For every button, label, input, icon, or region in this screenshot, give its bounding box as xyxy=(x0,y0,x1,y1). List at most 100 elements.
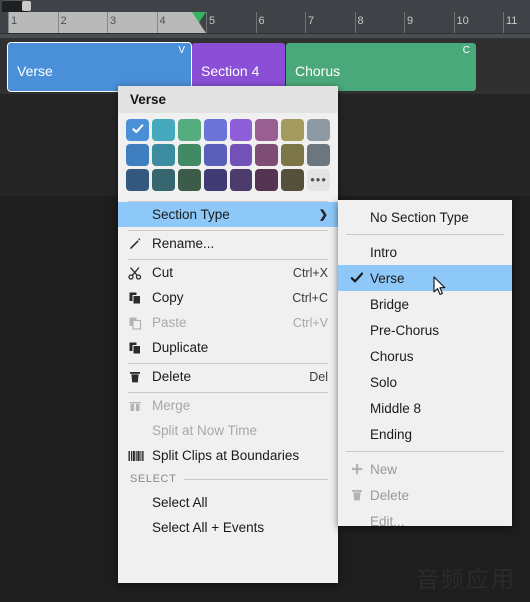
menu-item-label: Split at Now Time xyxy=(152,423,258,438)
ruler-tick xyxy=(156,12,158,33)
submenu-item-label: Verse xyxy=(370,270,405,286)
menu-item-label: Paste xyxy=(152,315,187,330)
menu-item-split-at-now-time: Split at Now Time xyxy=(118,418,338,443)
trash-icon xyxy=(128,369,148,385)
submenu-item-verse[interactable]: Verse xyxy=(338,265,512,291)
palette-swatch[interactable] xyxy=(229,119,253,141)
menu-item-section-type[interactable]: Section Type ❯ xyxy=(118,202,338,227)
submenu-item-label: Ending xyxy=(370,426,413,442)
submenu-divider xyxy=(346,451,504,452)
palette-swatch[interactable] xyxy=(281,119,305,141)
menu-item-copy[interactable]: Copy Ctrl+C xyxy=(118,285,338,310)
menu-item-label: Select All + Events xyxy=(152,520,265,535)
palette-swatch[interactable] xyxy=(126,144,149,166)
palette-row xyxy=(126,119,330,141)
trash-icon xyxy=(346,488,368,502)
submenu-item-bridge[interactable]: Bridge xyxy=(338,291,512,317)
clip-label: Chorus xyxy=(295,63,341,79)
check-icon xyxy=(346,271,368,285)
palette-swatch[interactable] xyxy=(255,144,279,166)
submenu-item-ending[interactable]: Ending xyxy=(338,421,512,447)
menu-item-rename[interactable]: Rename... xyxy=(118,231,338,256)
menu-item-delete[interactable]: Delete Del xyxy=(118,364,338,389)
palette-swatch[interactable] xyxy=(307,119,330,141)
section-type-submenu[interactable]: No Section Type Intro Verse Bridge Pre-Choru… xyxy=(338,200,512,529)
ruler-tick xyxy=(453,12,455,33)
palette-swatch[interactable] xyxy=(203,119,227,141)
submenu-item-label: Bridge xyxy=(370,296,410,312)
palette-swatch[interactable] xyxy=(281,169,305,191)
clip-label: Section 4 xyxy=(201,63,260,79)
menu-item-select-all-events[interactable]: Select All + Events xyxy=(118,515,338,540)
palette-swatch[interactable] xyxy=(177,144,201,166)
submenu-item-label: New xyxy=(370,461,398,477)
palette-swatch[interactable] xyxy=(177,119,201,141)
submenu-item-chorus[interactable]: Chorus xyxy=(338,343,512,369)
palette-more-button[interactable]: ••• xyxy=(307,169,330,191)
palette-swatch[interactable] xyxy=(177,169,201,191)
menu-item-shortcut: Ctrl+X xyxy=(292,265,328,280)
loop-region-taper xyxy=(192,12,206,33)
palette-swatch[interactable] xyxy=(151,169,175,191)
palette-swatch[interactable] xyxy=(281,144,305,166)
clip-chorus[interactable]: C Chorus xyxy=(286,43,476,91)
ruler-tick-label: 5 xyxy=(209,15,216,27)
timeline-ruler-area[interactable]: 1 2 3 4 5 6 7 8 9 10 11 xyxy=(0,0,530,40)
ruler-tick xyxy=(206,12,207,33)
ruler-tick xyxy=(255,12,257,33)
ruler-tick xyxy=(107,12,108,33)
no-icon xyxy=(128,423,148,439)
menu-item-paste: Paste Ctrl+V xyxy=(118,310,338,335)
submenu-item-middle-8[interactable]: Middle 8 xyxy=(338,395,512,421)
clip-section-4[interactable]: Section 4 xyxy=(192,43,285,91)
ruler-tick-label: 3 xyxy=(110,15,117,27)
palette-swatch[interactable] xyxy=(203,169,227,191)
palette-swatch[interactable] xyxy=(307,144,330,166)
palette-swatch[interactable] xyxy=(255,119,279,141)
palette-swatch[interactable] xyxy=(151,144,175,166)
menu-item-cut[interactable]: Cut Ctrl+X xyxy=(118,260,338,285)
clip-badge: V xyxy=(178,45,185,56)
submenu-item-solo[interactable]: Solo xyxy=(338,369,512,395)
palette-swatch[interactable] xyxy=(229,144,253,166)
menu-item-label: Cut xyxy=(152,265,174,280)
clip-label: Verse xyxy=(17,63,53,79)
submenu-item-no-section-type[interactable]: No Section Type xyxy=(338,204,512,230)
ruler-tick-label: 7 xyxy=(308,15,315,27)
palette-swatch[interactable] xyxy=(126,119,149,141)
menu-item-duplicate[interactable]: Duplicate xyxy=(118,335,338,360)
menu-item-select-all[interactable]: Select All xyxy=(118,490,338,515)
palette-swatch[interactable] xyxy=(229,169,253,191)
section-label-text: SELECT xyxy=(130,473,177,485)
submenu-item-new: New xyxy=(338,456,512,482)
context-menu-title: Verse xyxy=(118,86,338,113)
menu-item-split-clips-at-boundaries[interactable]: Split Clips at Boundaries xyxy=(118,443,338,468)
submenu-item-label: Pre-Chorus xyxy=(370,322,440,338)
scissors-icon xyxy=(128,265,148,281)
clip-badge: C xyxy=(462,45,470,56)
palette-swatch[interactable] xyxy=(203,144,227,166)
ruler-tick xyxy=(354,12,356,33)
submenu-item-delete: Delete xyxy=(338,482,512,508)
palette-swatch[interactable] xyxy=(126,169,149,191)
palette-swatch[interactable] xyxy=(255,169,279,191)
menu-item-shortcut: Ctrl+C xyxy=(292,290,328,305)
watermark-text: 音频应用 xyxy=(416,567,516,593)
ruler-tick xyxy=(8,12,9,33)
menu-item-merge: Merge xyxy=(118,393,338,418)
context-menu-items[interactable]: Section Type ❯ Rename... Cut Ctrl+X Copy Ctrl+… xyxy=(118,202,338,540)
submenu-item-label: Intro xyxy=(370,244,398,260)
plus-icon xyxy=(346,462,368,476)
submenu-item-intro[interactable]: Intro xyxy=(338,239,512,265)
color-palette[interactable]: ••• xyxy=(118,113,338,198)
ruler-tick-label: 2 xyxy=(60,15,67,27)
submenu-item-pre-chorus[interactable]: Pre-Chorus xyxy=(338,317,512,343)
menu-item-label: Merge xyxy=(152,398,191,413)
context-menu[interactable]: Verse ••• Section Type ❯ Rename... Cut Ctrl+… xyxy=(118,86,338,583)
clip-verse[interactable]: V Verse xyxy=(7,42,192,92)
timeline-handle-cap[interactable] xyxy=(22,1,31,11)
bar-ruler[interactable]: 1 2 3 4 5 6 7 8 9 10 11 xyxy=(0,12,530,33)
ruler-tick xyxy=(305,12,306,33)
check-icon xyxy=(132,123,144,135)
palette-swatch[interactable] xyxy=(151,119,175,141)
